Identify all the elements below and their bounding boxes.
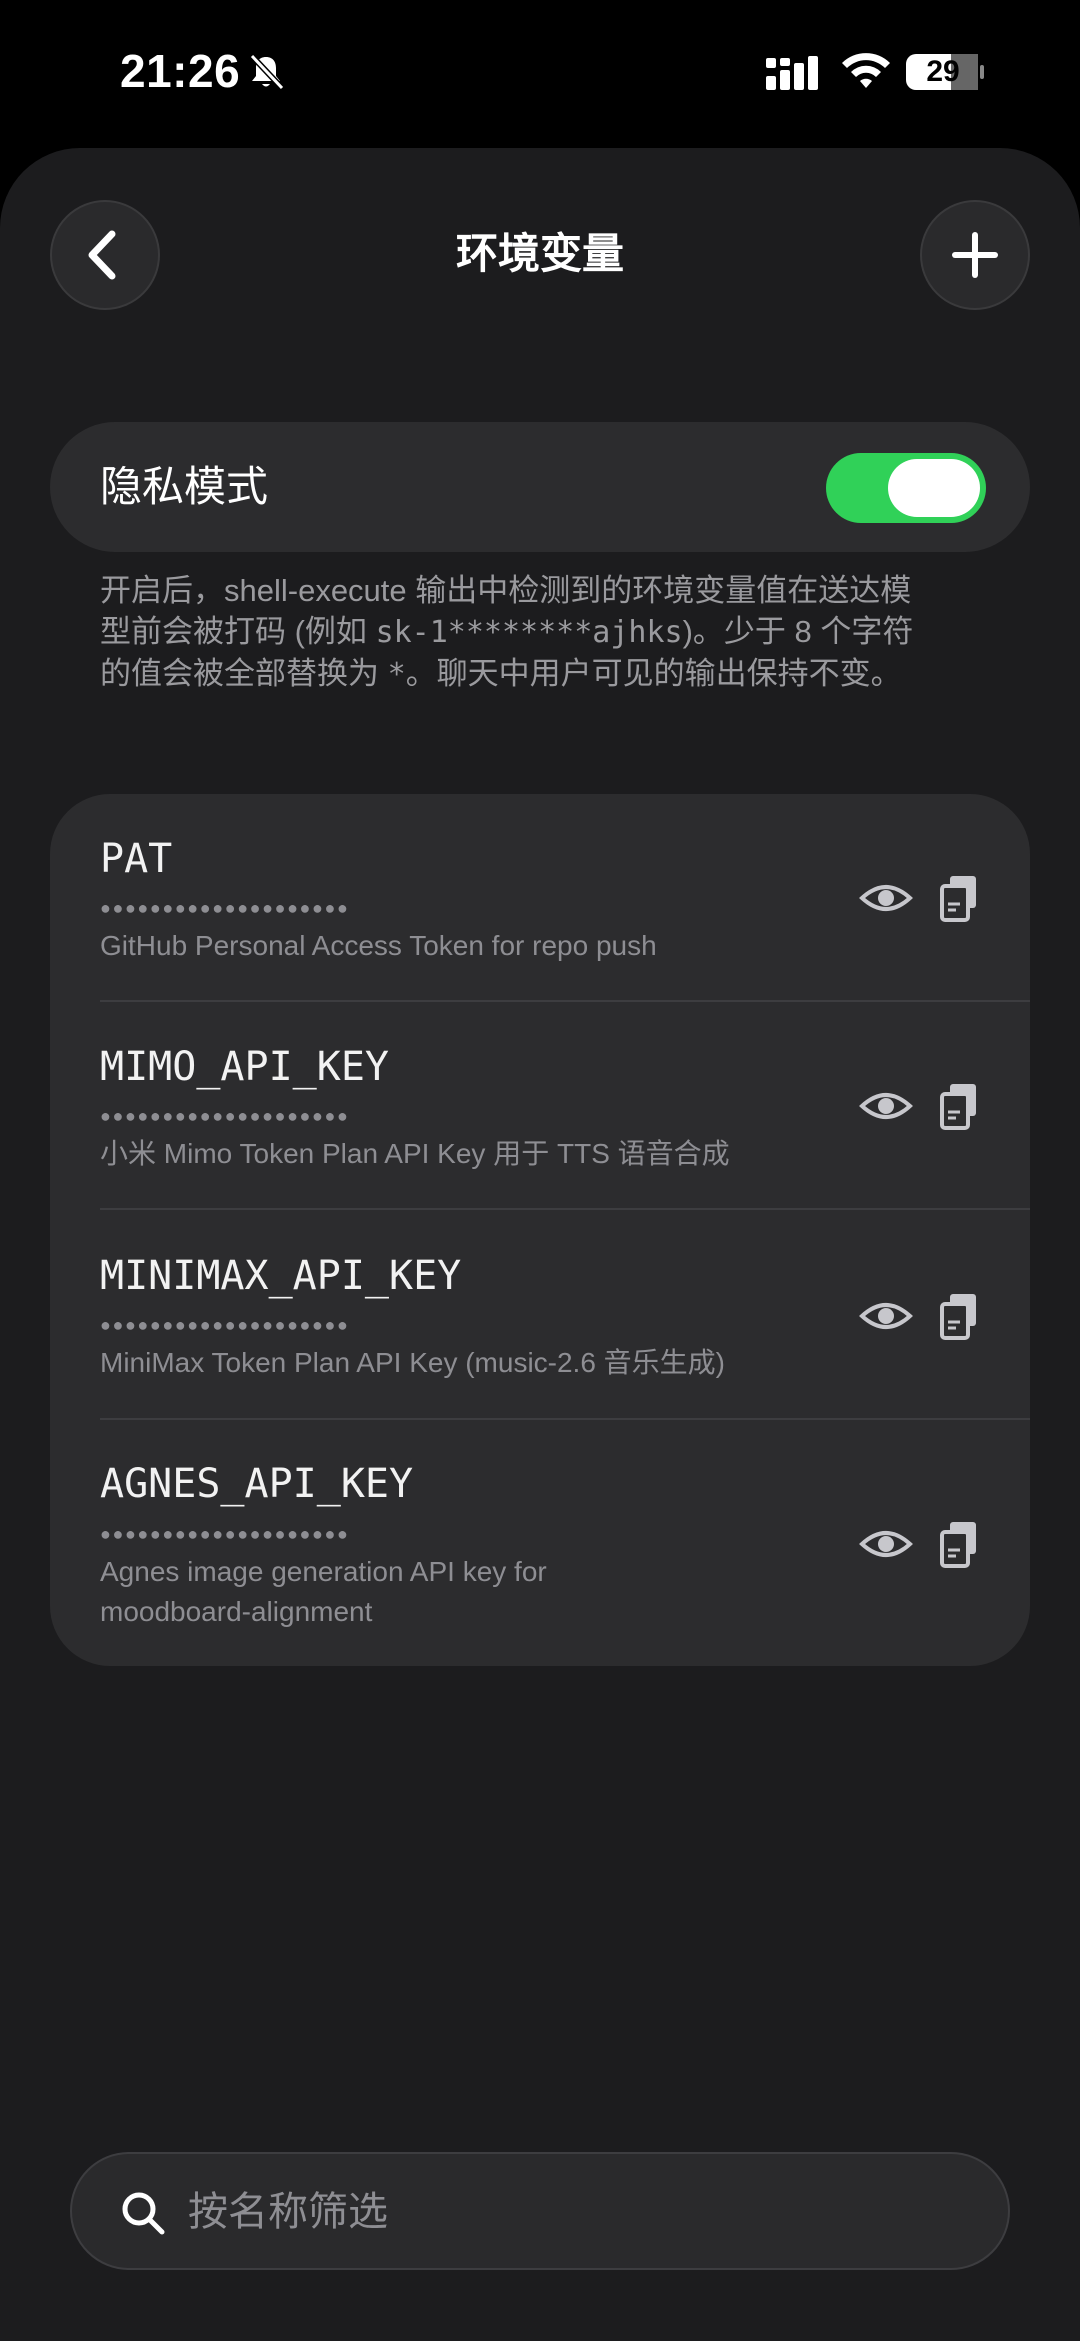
env-var-masked-value: ●●●●●●●●●●●●●●●●●●●● — [100, 898, 350, 918]
eye-icon[interactable] — [858, 1078, 914, 1134]
row-divider — [100, 1208, 1030, 1210]
env-var-name: MINIMAX_API_KEY — [100, 1253, 462, 1299]
row-divider — [100, 1000, 1030, 1002]
env-var-masked-value: ●●●●●●●●●●●●●●●●●●●● — [100, 1524, 350, 1544]
toggle-knob — [888, 459, 980, 517]
copy-icon[interactable] — [932, 1288, 988, 1344]
env-var-row: MINIMAX_API_KEY ●●●●●●●●●●●●●●●●●●●● Min… — [50, 1208, 1030, 1418]
env-var-description: Agnes image generation API key for moodb… — [100, 1556, 547, 1627]
back-button[interactable] — [50, 200, 160, 310]
battery-level: 29 — [926, 55, 960, 88]
bell-slash-icon — [249, 53, 285, 91]
env-var-description: GitHub Personal Access Token for repo pu… — [100, 930, 657, 961]
env-var-masked-value: ●●●●●●●●●●●●●●●●●●●● — [100, 1315, 350, 1335]
page-title: 环境变量 — [455, 230, 624, 277]
privacy-mode-row: 隐私模式 — [50, 422, 1030, 552]
privacy-mode-label: 隐私模式 — [100, 463, 269, 510]
copy-icon[interactable] — [932, 1516, 988, 1572]
env-var-row: AGNES_API_KEY ●●●●●●●●●●●●●●●●●●●● Agnes… — [50, 1418, 1030, 1666]
env-var-description: 小米 Mimo Token Plan API Key 用于 TTS 语音合成 — [100, 1138, 730, 1169]
env-var-list: PAT ●●●●●●●●●●●●●●●●●●●● GitHub Personal… — [50, 794, 1030, 1666]
signal-icon — [766, 56, 818, 90]
env-var-name: PAT — [100, 836, 173, 882]
env-var-masked-value: ●●●●●●●●●●●●●●●●●●●● — [100, 1106, 350, 1126]
env-var-name: MIMO_API_KEY — [100, 1044, 389, 1090]
env-var-description: MiniMax Token Plan API Key (music-2.6 音乐… — [100, 1347, 726, 1378]
env-var-row: MIMO_API_KEY ●●●●●●●●●●●●●●●●●●●● 小米 Mim… — [50, 1000, 1030, 1208]
privacy-mode-toggle[interactable] — [826, 453, 986, 523]
filter-by-name-input[interactable] — [186, 2178, 970, 2246]
env-var-row: PAT ●●●●●●●●●●●●●●●●●●●● GitHub Personal… — [50, 794, 1030, 1000]
eye-icon[interactable] — [858, 1516, 914, 1572]
privacy-description: 开启后，shell-execute 输出中检测到的环境变量值在送达模型前会被打码… — [100, 570, 930, 695]
copy-icon[interactable] — [932, 870, 988, 926]
wifi-icon — [842, 53, 890, 88]
status-bar: 21:26 29 — [0, 0, 1080, 148]
add-button[interactable] — [920, 200, 1030, 310]
row-divider — [100, 1418, 1030, 1420]
eye-icon[interactable] — [858, 870, 914, 926]
chevron-left-icon — [88, 230, 116, 280]
status-time: 21:26 — [120, 45, 241, 97]
search-bar[interactable] — [70, 2152, 1010, 2270]
privacy-desc-text-3: 。聊天中用户可见的输出保持不变。 — [405, 656, 902, 691]
env-var-name: AGNES_API_KEY — [100, 1461, 414, 1507]
copy-icon[interactable] — [932, 1078, 988, 1134]
eye-icon[interactable] — [858, 1288, 914, 1344]
plus-icon — [952, 232, 998, 278]
privacy-desc-asterisk: * — [387, 657, 406, 692]
privacy-desc-example: sk-1********ajhks — [375, 615, 683, 650]
search-icon — [122, 2192, 165, 2235]
